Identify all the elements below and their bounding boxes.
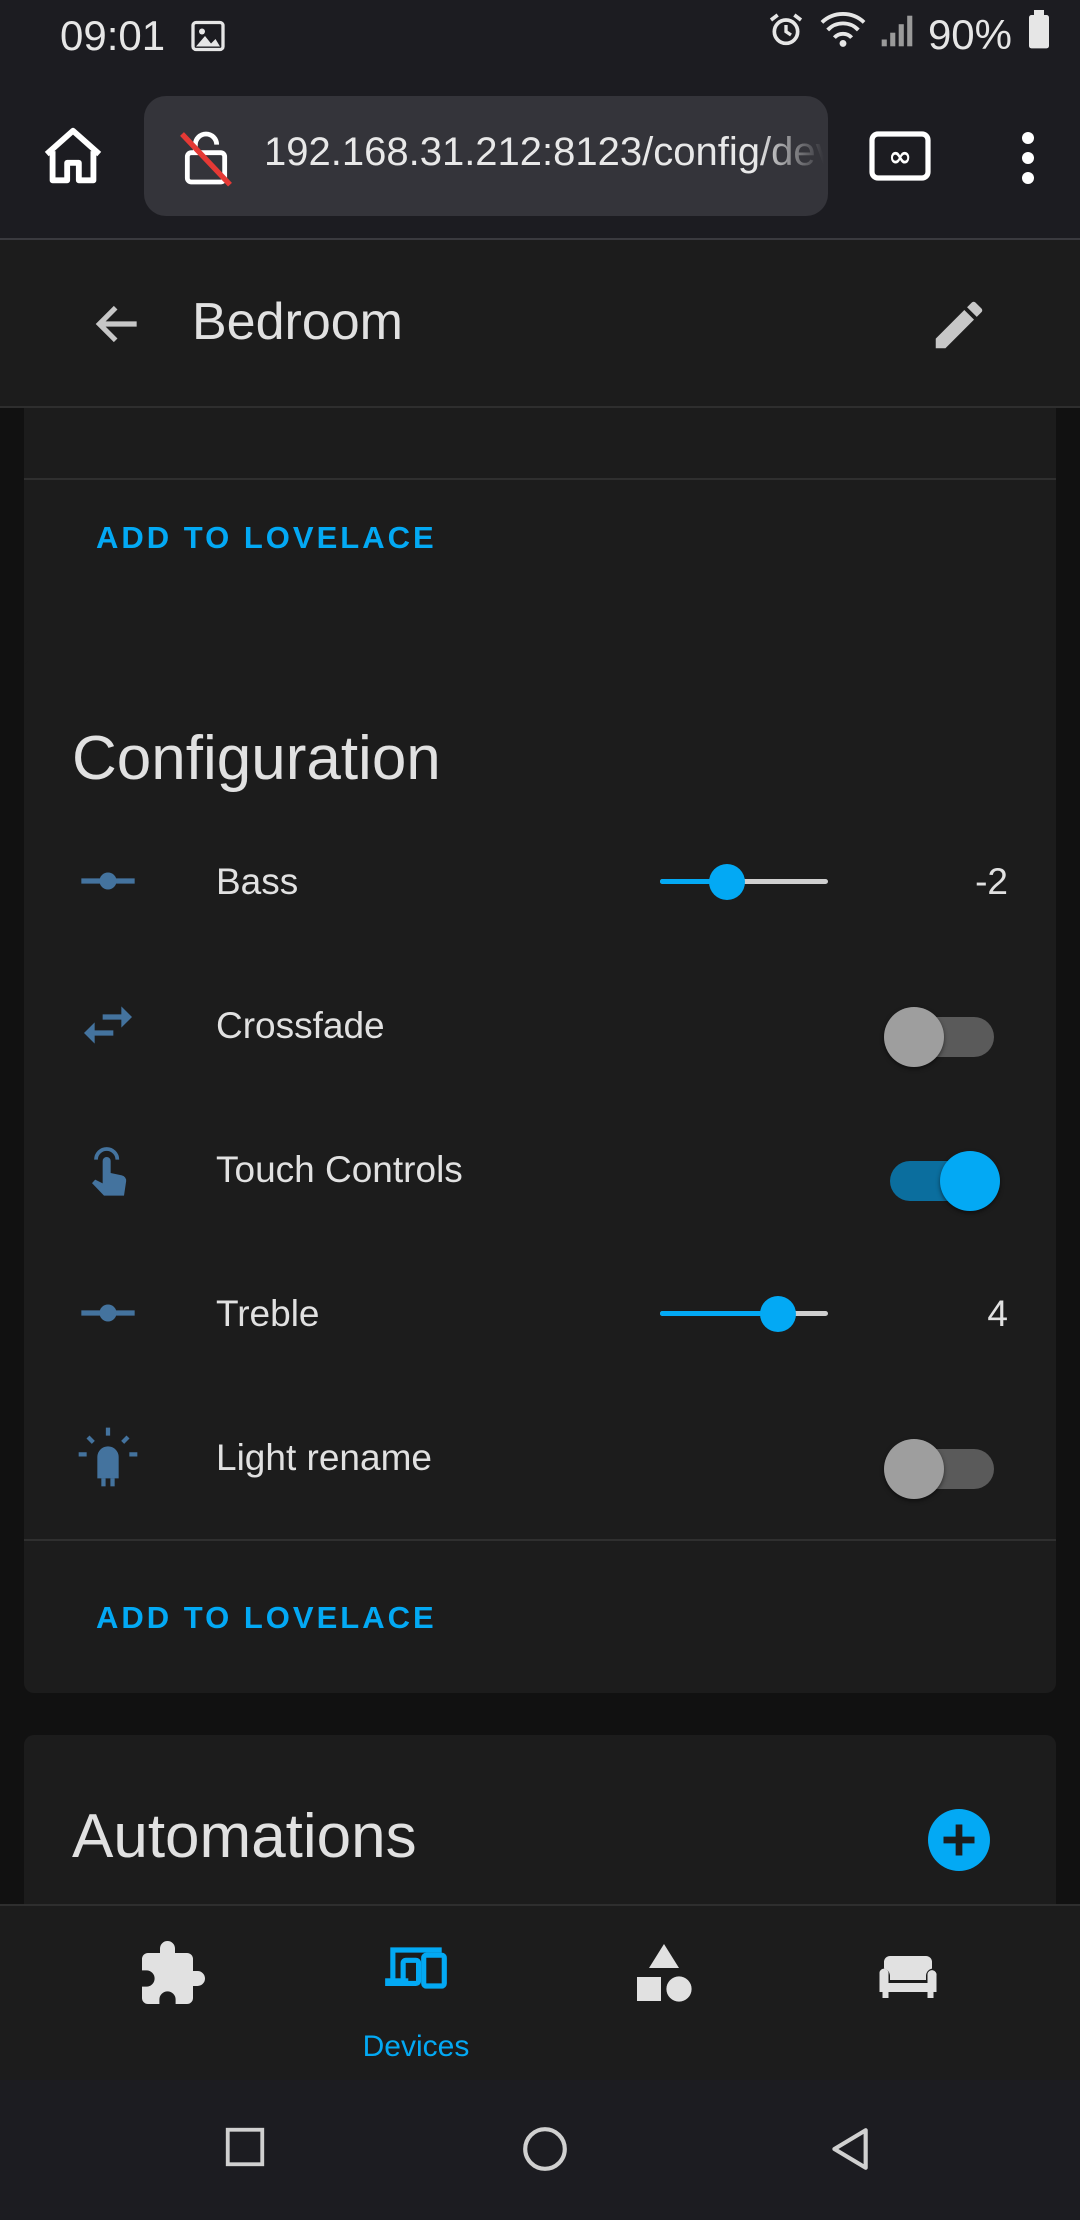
nav-devices[interactable]: Devices bbox=[316, 1906, 516, 2082]
crossfade-toggle[interactable] bbox=[884, 1005, 1000, 1067]
config-label: Touch Controls bbox=[216, 1149, 463, 1190]
devices-icon bbox=[385, 1947, 447, 1989]
configuration-card: Configuration Bass -2 Crossfade Touch Co… bbox=[24, 659, 1056, 1693]
config-row-crossfade: Crossfade bbox=[24, 965, 1056, 1085]
page-title: Bedroom bbox=[192, 293, 403, 351]
alarm-icon bbox=[766, 10, 806, 60]
swap-horizontal-icon bbox=[76, 993, 140, 1057]
config-row-bass: Bass -2 bbox=[24, 821, 1056, 941]
home-icon bbox=[44, 127, 102, 184]
add-automation-button[interactable] bbox=[928, 1809, 990, 1871]
shapes-icon bbox=[637, 1944, 692, 2002]
wifi-icon bbox=[820, 10, 866, 60]
add-to-lovelace-button[interactable]: ADD TO LOVELACE bbox=[96, 1600, 437, 1636]
slider-knob[interactable] bbox=[759, 1296, 796, 1332]
slider-icon bbox=[76, 849, 140, 913]
config-label: Treble bbox=[216, 1293, 320, 1334]
more-menu-button[interactable] bbox=[1010, 128, 1046, 193]
app-bar: Bedroom bbox=[0, 240, 1080, 408]
url-text[interactable]: 192.168.31.212:8123/config/devices/devic… bbox=[264, 130, 824, 175]
config-label: Light rename bbox=[216, 1437, 432, 1478]
square-icon bbox=[225, 2127, 265, 2167]
gesture-tap-icon bbox=[76, 1137, 140, 1201]
nav-areas[interactable] bbox=[808, 1906, 1008, 2082]
status-bar: 09:01 90% bbox=[0, 0, 1080, 72]
nav-integrations[interactable] bbox=[72, 1906, 272, 2082]
puzzle-icon bbox=[142, 1941, 205, 2004]
card-divider bbox=[24, 478, 1056, 480]
battery-percent: 90% bbox=[927, 11, 1012, 58]
more-vert-icon bbox=[1022, 132, 1034, 184]
tabs-icon: ∞ bbox=[869, 131, 931, 181]
tabs-button[interactable]: ∞ bbox=[868, 130, 932, 187]
card-divider bbox=[24, 1539, 1056, 1541]
bass-slider[interactable] bbox=[660, 864, 828, 900]
treble-value: 4 bbox=[987, 1293, 1008, 1334]
status-time: 09:01 bbox=[60, 12, 166, 59]
automations-title: Automations bbox=[72, 1802, 417, 1871]
bass-value: -2 bbox=[975, 861, 1008, 902]
circle-icon bbox=[523, 2127, 567, 2171]
config-row-touch-controls: Touch Controls bbox=[24, 1109, 1056, 1229]
configuration-title: Configuration bbox=[72, 724, 441, 793]
back-arrow-icon bbox=[95, 305, 137, 343]
battery-icon bbox=[1026, 10, 1052, 60]
svg-text:∞: ∞ bbox=[888, 140, 911, 173]
touch-controls-toggle[interactable] bbox=[884, 1149, 1000, 1211]
config-label: Crossfade bbox=[216, 1005, 385, 1046]
config-row-treble: Treble 4 bbox=[24, 1253, 1056, 1373]
insecure-lock-icon[interactable] bbox=[174, 126, 238, 195]
home-nav-button[interactable] bbox=[520, 2124, 570, 2179]
config-row-light-rename: Light rename bbox=[24, 1397, 1056, 1517]
pencil-icon bbox=[935, 301, 983, 349]
image-icon bbox=[190, 16, 226, 64]
signal-icon bbox=[880, 11, 914, 59]
plus-icon bbox=[943, 1824, 975, 1856]
light-rename-toggle[interactable] bbox=[884, 1437, 1000, 1499]
add-to-lovelace-button[interactable]: ADD TO LOVELACE bbox=[96, 520, 437, 556]
sofa-icon bbox=[879, 1956, 937, 1998]
slider-icon bbox=[76, 1281, 140, 1345]
device-page-content[interactable]: ADD TO LOVELACE Configuration Bass -2 Cr… bbox=[0, 408, 1080, 1904]
home-button[interactable] bbox=[38, 122, 108, 192]
triangle-back-icon bbox=[832, 2128, 868, 2170]
led-on-icon bbox=[76, 1425, 140, 1489]
recent-apps-button[interactable] bbox=[222, 2124, 268, 2175]
bottom-navigation: Devices bbox=[0, 1904, 1080, 2082]
system-navigation bbox=[0, 2080, 1080, 2220]
back-nav-button[interactable] bbox=[826, 2124, 872, 2179]
nav-entities[interactable] bbox=[564, 1906, 764, 2082]
edit-button[interactable] bbox=[928, 294, 990, 361]
browser-toolbar: 192.168.31.212:8123/config/devices/devic… bbox=[0, 72, 1080, 240]
slider-knob[interactable] bbox=[709, 864, 746, 900]
back-button[interactable] bbox=[90, 296, 146, 357]
url-bar[interactable]: 192.168.31.212:8123/config/devices/devic… bbox=[144, 96, 828, 216]
treble-slider[interactable] bbox=[660, 1296, 828, 1332]
config-label: Bass bbox=[216, 861, 299, 902]
automations-card: Automations bbox=[24, 1735, 1056, 1904]
nav-devices-label: Devices bbox=[362, 2030, 470, 2063]
